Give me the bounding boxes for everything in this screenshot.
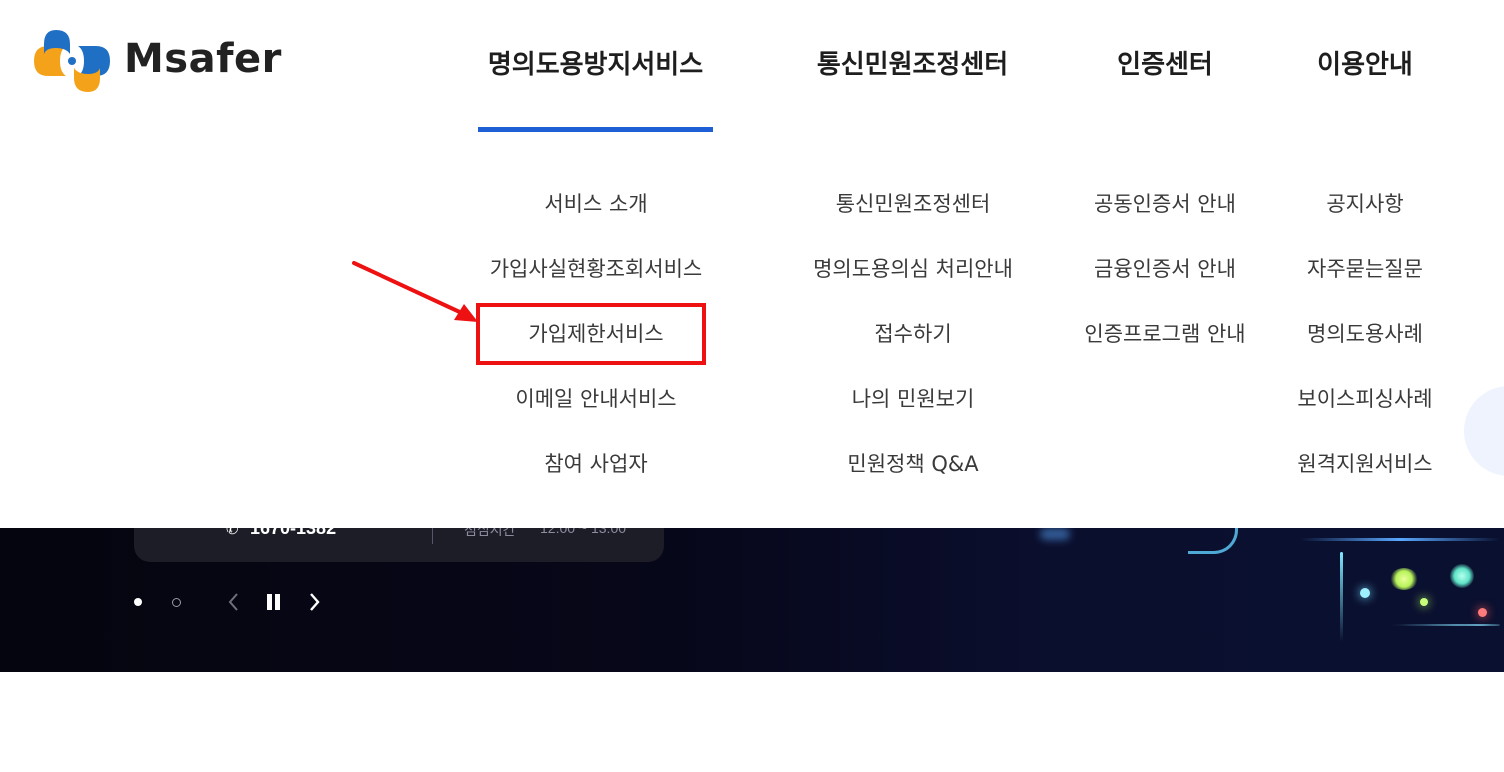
- submenu-col-3: 공동인증서 안내 금융인증서 안내 인증프로그램 안내: [1066, 186, 1264, 386]
- slide-indicator-1[interactable]: [134, 598, 142, 606]
- slider-controls: [130, 588, 340, 616]
- submenu-link[interactable]: 가입사실현황조회서비스: [470, 253, 722, 285]
- gnb-identity-protection[interactable]: 명의도용방지서비스: [478, 44, 713, 80]
- submenu-link[interactable]: 이메일 안내서비스: [470, 383, 722, 415]
- gnb-complaint-center[interactable]: 통신민원조정센터: [800, 44, 1025, 80]
- submenu-link[interactable]: 참여 사업자: [470, 448, 722, 480]
- active-menu-underline: [478, 127, 713, 132]
- hero-light: [1188, 528, 1238, 554]
- contact-info-box: ✆ 1670-1382 점심시간 12:00 ~ 13:00: [134, 518, 664, 562]
- submenu-link[interactable]: 명의도용의심 처리안내: [783, 253, 1043, 285]
- submenu-link[interactable]: 접수하기: [783, 318, 1043, 350]
- hero-light: [1478, 608, 1487, 617]
- submenu-link[interactable]: 공동인증서 안내: [1066, 188, 1264, 220]
- logo[interactable]: Msafer: [26, 28, 286, 94]
- submenu-link[interactable]: 나의 민원보기: [783, 383, 1043, 415]
- gnb-usage-guide[interactable]: 이용안내: [1300, 44, 1430, 80]
- submenu-col-4: 공지사항 자주묻는질문 명의도용사례 보이스피싱사례 원격지원서비스: [1282, 186, 1448, 506]
- submenu-link[interactable]: 명의도용사례: [1282, 318, 1448, 350]
- submenu-col-2: 통신민원조정센터 명의도용의심 처리안내 접수하기 나의 민원보기 민원정책 Q…: [783, 186, 1043, 506]
- slide-indicator-2[interactable]: [172, 598, 181, 607]
- gnb-certificate-center[interactable]: 인증센터: [1100, 44, 1230, 80]
- submenu-link[interactable]: 민원정책 Q&A: [783, 448, 1043, 480]
- hero-light: [1040, 528, 1070, 540]
- pause-icon[interactable]: [262, 588, 286, 616]
- chevron-right-icon[interactable]: [302, 588, 326, 616]
- hero-light: [1420, 598, 1428, 606]
- submenu-link[interactable]: 금융인증서 안내: [1066, 253, 1264, 285]
- submenu-link[interactable]: 인증프로그램 안내: [1066, 318, 1264, 350]
- submenu-link[interactable]: 공지사항: [1282, 188, 1448, 220]
- header-mega-menu: Msafer 명의도용방지서비스 통신민원조정센터 인증센터 이용안내 서비스 …: [0, 0, 1504, 528]
- submenu-link[interactable]: 서비스 소개: [470, 188, 722, 220]
- arrow-annotation-icon: [352, 261, 478, 322]
- msafer-logo-icon: [34, 30, 110, 92]
- chevron-left-icon[interactable]: [222, 588, 246, 616]
- logo-text: Msafer: [124, 36, 282, 82]
- submenu-link[interactable]: 자주묻는질문: [1282, 253, 1448, 285]
- hero-light: [1340, 552, 1343, 642]
- submenu-link[interactable]: 원격지원서비스: [1282, 448, 1448, 480]
- hero-light: [1390, 568, 1418, 590]
- floating-side-button[interactable]: [1464, 386, 1504, 476]
- hero-light: [1450, 564, 1474, 588]
- highlight-box: [476, 303, 706, 365]
- divider: [432, 528, 433, 544]
- submenu-link[interactable]: 보이스피싱사례: [1282, 383, 1448, 415]
- hero-light: [1300, 538, 1500, 541]
- hero-light: [1360, 588, 1370, 598]
- hero-light: [1390, 624, 1500, 626]
- submenu-link[interactable]: 통신민원조정센터: [783, 188, 1043, 220]
